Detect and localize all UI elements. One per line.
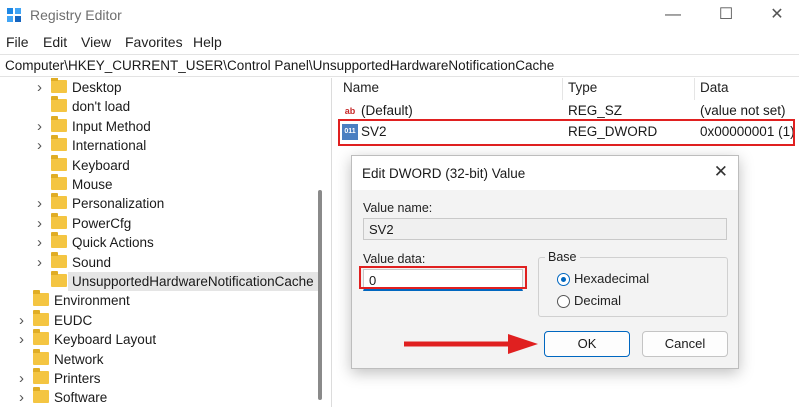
tree-item-label: Environment: [54, 293, 130, 309]
folder-icon: [51, 96, 67, 113]
menu-view[interactable]: View: [81, 34, 111, 50]
window-title: Registry Editor: [30, 7, 122, 23]
menu-edit[interactable]: Edit: [43, 34, 67, 50]
column-header-type[interactable]: Type: [568, 80, 597, 100]
dialog-close-icon[interactable]: ✕: [714, 162, 728, 182]
menu-help[interactable]: Help: [193, 34, 222, 50]
address-bar[interactable]: Computer\HKEY_CURRENT_USER\Control Panel…: [0, 54, 799, 77]
maximize-icon: ☐: [718, 6, 734, 23]
registry-editor-icon: [7, 8, 21, 22]
value-name: (Default): [361, 103, 413, 118]
folder-icon: [33, 348, 49, 365]
tree-item-label: International: [72, 138, 147, 154]
column-divider: [562, 78, 563, 100]
key-tree[interactable]: › Desktop don't load › Input Method › Internat…: [0, 78, 331, 407]
annotation-arrow-icon: [404, 334, 538, 354]
folder-icon: [33, 329, 49, 346]
ok-button[interactable]: OK: [544, 331, 630, 357]
value-type: REG_SZ: [568, 103, 623, 118]
chevron-right-icon[interactable]: ›: [37, 253, 49, 272]
column-header-name[interactable]: Name: [343, 80, 379, 100]
hexadecimal-label[interactable]: Hexadecimal: [574, 271, 649, 286]
folder-icon: [51, 115, 67, 132]
pane-splitter[interactable]: [331, 78, 335, 407]
chevron-right-icon[interactable]: ›: [37, 117, 49, 136]
chevron-right-icon[interactable]: ›: [19, 388, 31, 407]
folder-icon: [33, 387, 49, 404]
base-groupbox: [538, 257, 728, 317]
folder-icon: [51, 78, 67, 93]
chevron-right-icon[interactable]: ›: [19, 330, 31, 349]
folder-icon: [51, 232, 67, 249]
tree-item-label: Quick Actions: [72, 235, 154, 251]
tree-item-label: UnsupportedHardwareNotificationCache: [68, 272, 318, 291]
folder-icon: [51, 251, 67, 268]
value-name-field: SV2: [363, 218, 727, 240]
base-label: Base: [545, 250, 580, 264]
value-data-label: Value data:: [363, 252, 426, 266]
tree-item-label: Sound: [72, 254, 112, 270]
menu-file[interactable]: File: [6, 34, 29, 50]
tree-item-label: Desktop: [72, 80, 122, 95]
tree-item-label: EUDC: [54, 312, 93, 328]
hexadecimal-radio[interactable]: [557, 273, 570, 286]
chevron-right-icon[interactable]: ›: [19, 311, 31, 330]
decimal-label[interactable]: Decimal: [574, 293, 621, 308]
chevron-right-icon[interactable]: ›: [37, 136, 49, 155]
tree-item-label: Software: [54, 390, 108, 406]
dialog-title: Edit DWORD (32-bit) Value: [362, 166, 526, 181]
dialog-title-bar: Edit DWORD (32-bit) Value ✕: [352, 156, 738, 190]
tree-item-label: Personalization: [72, 196, 165, 212]
highlight-box-sv2: [338, 119, 795, 146]
menu-favorites[interactable]: Favorites: [125, 34, 183, 50]
maximize-button[interactable]: ☐: [711, 4, 741, 26]
menu-bar: File Edit View Favorites Help: [0, 32, 799, 52]
highlight-box-value-data: [359, 266, 527, 289]
minimize-icon: —: [665, 6, 681, 23]
close-icon: ✕: [770, 6, 784, 23]
chevron-right-icon[interactable]: ›: [37, 78, 49, 97]
folder-icon: [33, 309, 49, 326]
tree-item-label: don't load: [72, 99, 131, 115]
folder-icon: [51, 212, 67, 229]
tree-item-label: Keyboard: [72, 157, 130, 173]
tree-item-label: Network: [54, 351, 104, 367]
value-data: (value not set): [700, 103, 786, 118]
title-bar: Registry Editor — ☐ ✕: [0, 0, 799, 30]
value-name-label: Value name:: [363, 201, 433, 215]
folder-icon: [51, 174, 67, 190]
chevron-right-icon[interactable]: ›: [37, 214, 49, 233]
folder-icon: [51, 154, 67, 171]
tree-scrollbar[interactable]: [318, 190, 322, 400]
close-button[interactable]: ✕: [762, 4, 792, 26]
folder-icon: [51, 135, 67, 152]
folder-icon: [33, 368, 49, 384]
folder-icon: [51, 271, 67, 287]
folder-icon: [51, 193, 67, 210]
tree-item-label: Keyboard Layout: [54, 332, 157, 348]
tree-item-label: PowerCfg: [72, 215, 132, 231]
value-row-default[interactable]: ab (Default) REG_SZ (value not set): [338, 101, 795, 121]
column-divider: [694, 78, 695, 100]
cancel-button[interactable]: Cancel: [642, 331, 728, 357]
string-value-icon: ab: [344, 106, 356, 116]
chevron-right-icon[interactable]: ›: [37, 194, 49, 213]
chevron-right-icon[interactable]: ›: [19, 369, 31, 388]
folder-icon: [33, 290, 49, 307]
decimal-radio[interactable]: [557, 295, 570, 308]
column-header-data[interactable]: Data: [700, 80, 729, 100]
tree-item-label: Input Method: [72, 118, 151, 134]
tree-item-label: Mouse: [72, 177, 113, 192]
minimize-button[interactable]: —: [658, 4, 688, 26]
tree-item-label: Printers: [54, 371, 101, 386]
chevron-right-icon[interactable]: ›: [37, 233, 49, 252]
